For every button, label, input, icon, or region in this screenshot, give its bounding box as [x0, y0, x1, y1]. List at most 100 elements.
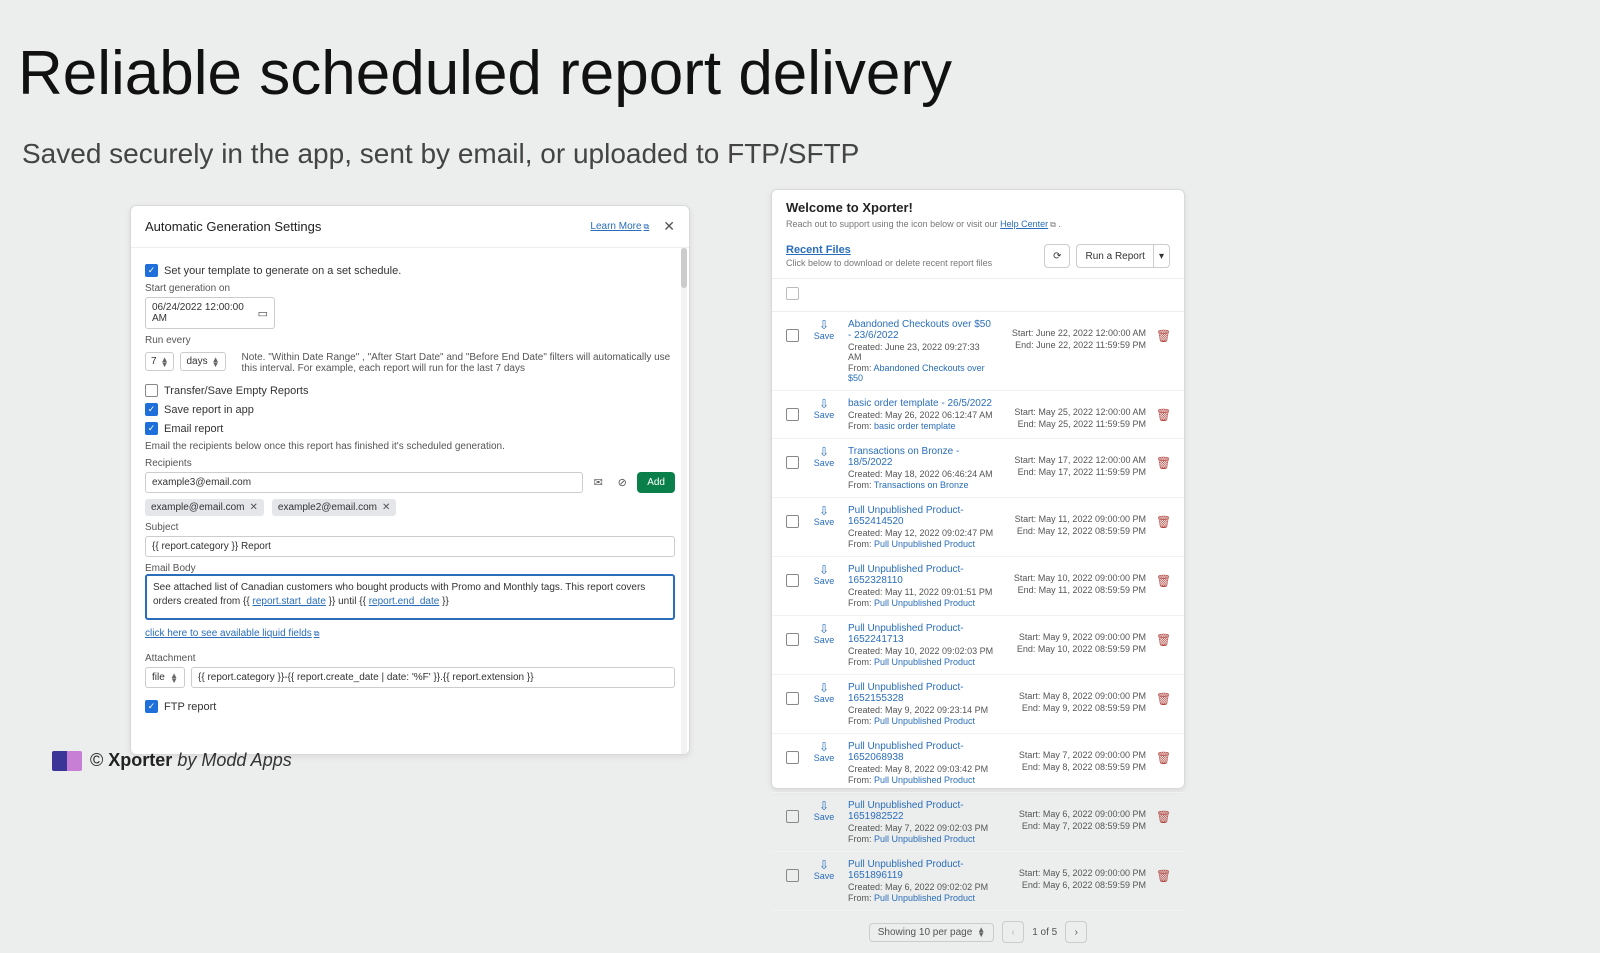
delete-file-button[interactable]: 🗑 — [1156, 741, 1170, 765]
file-name-link[interactable]: Pull Unpublished Product-1652414520 — [848, 505, 994, 527]
save-file-button[interactable]: ⇩Save — [810, 505, 838, 528]
file-created: Created: May 7, 2022 09:02:03 PM — [848, 823, 994, 833]
trash-icon: 🗑 — [1156, 692, 1171, 706]
delete-file-button[interactable]: 🗑 — [1156, 319, 1170, 343]
trash-icon: 🗑 — [1156, 329, 1171, 343]
file-name-link[interactable]: Transactions on Bronze - 18/5/2022 — [848, 446, 994, 468]
run-every-unit[interactable]: days▲▼ — [180, 352, 225, 371]
save-file-button[interactable]: ⇩Save — [810, 741, 838, 764]
save-file-button[interactable]: ⇩Save — [810, 319, 838, 342]
file-checkbox[interactable] — [786, 408, 799, 421]
file-checkbox[interactable] — [786, 810, 799, 823]
delete-file-button[interactable]: 🗑 — [1156, 859, 1170, 883]
template-link[interactable]: Transactions on Bronze — [874, 480, 969, 490]
delete-file-button[interactable]: 🗑 — [1156, 505, 1170, 529]
file-checkbox[interactable] — [786, 751, 799, 764]
save-file-button[interactable]: ⇩Save — [810, 398, 838, 421]
file-checkbox[interactable] — [786, 515, 799, 528]
template-link[interactable]: Pull Unpublished Product — [874, 657, 975, 667]
scrollbar-thumb[interactable] — [681, 248, 687, 288]
save-file-button[interactable]: ⇩Save — [810, 623, 838, 646]
start-datetime-input[interactable]: 06/24/2022 12:00:00 AM ▭ — [145, 297, 275, 329]
template-link[interactable]: Pull Unpublished Product — [874, 775, 975, 785]
file-checkbox[interactable] — [786, 329, 799, 342]
transfer-empty-checkbox[interactable] — [145, 384, 158, 397]
file-name-link[interactable]: Pull Unpublished Product-1651982522 — [848, 800, 994, 822]
template-link[interactable]: Pull Unpublished Product — [874, 893, 975, 903]
help-center-link[interactable]: Help Center — [1000, 219, 1048, 229]
next-page-button[interactable]: › — [1065, 921, 1087, 943]
file-list: ⇩Save Abandoned Checkouts over $50 - 23/6… — [772, 312, 1184, 911]
delete-file-button[interactable]: 🗑 — [1156, 446, 1170, 470]
delete-file-button[interactable]: 🗑 — [1156, 398, 1170, 422]
ftp-report-checkbox[interactable]: ✓ — [145, 700, 158, 713]
remove-chip-icon[interactable]: ✕ — [382, 502, 390, 513]
recipient-input[interactable]: example3@email.com — [145, 472, 583, 493]
file-row: ⇩Save Pull Unpublished Product-1652241713… — [772, 616, 1184, 675]
email-body-textarea[interactable]: See attached list of Canadian customers … — [145, 574, 675, 620]
liquid-var-link[interactable]: report.start_date — [253, 596, 326, 607]
recent-files-link[interactable]: Recent Files — [786, 244, 992, 256]
template-link[interactable]: Pull Unpublished Product — [874, 716, 975, 726]
select-all-checkbox[interactable] — [786, 287, 799, 300]
delete-file-button[interactable]: 🗑 — [1156, 682, 1170, 706]
file-start: Start: May 25, 2022 12:00:00 AM — [1004, 406, 1146, 418]
email-report-checkbox[interactable]: ✓ — [145, 422, 158, 435]
template-link[interactable]: Abandoned Checkouts over $50 — [848, 363, 985, 383]
file-row: ⇩Save Pull Unpublished Product-1652414520… — [772, 498, 1184, 557]
attachment-filename-input[interactable]: {{ report.category }}-{{ report.create_d… — [191, 667, 675, 688]
file-from: From: Pull Unpublished Product — [848, 598, 994, 608]
run-report-dropdown[interactable]: ▾ — [1153, 244, 1170, 268]
file-checkbox[interactable] — [786, 456, 799, 469]
template-link[interactable]: Pull Unpublished Product — [874, 539, 975, 549]
run-every-value[interactable]: 7▲▼ — [145, 352, 174, 371]
save-in-app-label: Save report in app — [164, 404, 254, 416]
schedule-checkbox[interactable]: ✓ — [145, 264, 158, 277]
external-link-icon: ⧉ — [1050, 220, 1056, 229]
welcome-title: Welcome to Xporter! — [786, 200, 1170, 215]
template-link[interactable]: Pull Unpublished Product — [874, 834, 975, 844]
file-end: End: June 22, 2022 11:59:59 PM — [1004, 339, 1146, 351]
save-file-button[interactable]: ⇩Save — [810, 682, 838, 705]
file-name-link[interactable]: Pull Unpublished Product-1652241713 — [848, 623, 994, 645]
file-name-link[interactable]: Abandoned Checkouts over $50 - 23/6/2022 — [848, 319, 994, 341]
file-name-link[interactable]: Pull Unpublished Product-1652155328 — [848, 682, 994, 704]
delete-file-button[interactable]: 🗑 — [1156, 564, 1170, 588]
file-name-link[interactable]: basic order template - 26/5/2022 — [848, 398, 994, 409]
subject-input[interactable]: {{ report.category }} Report — [145, 536, 675, 557]
file-checkbox[interactable] — [786, 633, 799, 646]
file-from: From: Transactions on Bronze — [848, 480, 994, 490]
trash-icon: 🗑 — [1156, 574, 1171, 588]
file-name-link[interactable]: Pull Unpublished Product-1652068938 — [848, 741, 994, 763]
save-file-button[interactable]: ⇩Save — [810, 800, 838, 823]
file-name-link[interactable]: Pull Unpublished Product-1651896119 — [848, 859, 994, 881]
prev-page-button[interactable]: ‹ — [1002, 921, 1024, 943]
scrollbar-track[interactable] — [681, 248, 687, 754]
add-button[interactable]: Add — [637, 472, 675, 493]
liquid-fields-link[interactable]: click here to see available liquid field… — [145, 628, 319, 639]
liquid-var-link[interactable]: report.end_date — [369, 596, 440, 607]
file-created: Created: May 26, 2022 06:12:47 AM — [848, 410, 994, 420]
file-from: From: Pull Unpublished Product — [848, 834, 994, 844]
remove-chip-icon[interactable]: ✕ — [250, 502, 258, 513]
save-in-app-checkbox[interactable]: ✓ — [145, 403, 158, 416]
delete-file-button[interactable]: 🗑 — [1156, 623, 1170, 647]
run-report-button[interactable]: Run a Report — [1076, 244, 1152, 268]
file-checkbox[interactable] — [786, 692, 799, 705]
close-icon[interactable]: ✕ — [663, 218, 675, 235]
save-file-button[interactable]: ⇩Save — [810, 446, 838, 469]
save-file-button[interactable]: ⇩Save — [810, 564, 838, 587]
refresh-button[interactable]: ⟳ — [1044, 244, 1070, 268]
delete-file-button[interactable]: 🗑 — [1156, 800, 1170, 824]
per-page-select[interactable]: Showing 10 per page▲▼ — [869, 923, 994, 942]
email-icon[interactable]: ✉ — [589, 474, 607, 492]
clear-icon[interactable]: ⊘ — [613, 474, 631, 492]
template-link[interactable]: Pull Unpublished Product — [874, 598, 975, 608]
save-file-button[interactable]: ⇩Save — [810, 859, 838, 882]
template-link[interactable]: basic order template — [874, 421, 956, 431]
file-checkbox[interactable] — [786, 574, 799, 587]
learn-more-link[interactable]: Learn More⧉ — [590, 221, 649, 232]
file-checkbox[interactable] — [786, 869, 799, 882]
attachment-type-select[interactable]: file▲▼ — [145, 667, 185, 688]
file-name-link[interactable]: Pull Unpublished Product-1652328110 — [848, 564, 994, 586]
